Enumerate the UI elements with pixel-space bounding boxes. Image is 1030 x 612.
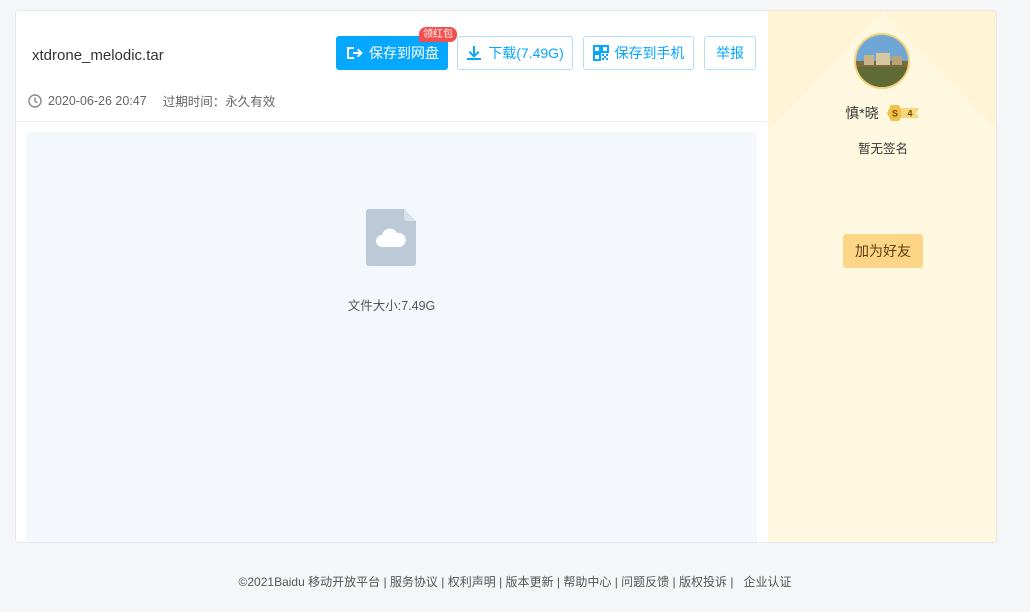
user-name[interactable]: 慎*晓 <box>845 103 878 123</box>
file-cloud-icon <box>366 209 416 271</box>
save-icon <box>345 45 363 61</box>
download-label: 下载(7.49G) <box>488 45 564 61</box>
footer-link-updates[interactable]: 版本更新 <box>506 575 554 589</box>
footer-link-rights[interactable]: 权利声明 <box>448 575 496 589</box>
divider <box>16 121 768 122</box>
report-button[interactable]: 举报 <box>704 36 756 70</box>
level-number: 4 <box>907 109 912 119</box>
sidebar-decoration <box>768 11 996 542</box>
expire-time: 过期时间：永久有效 <box>162 95 276 109</box>
qrcode-icon <box>592 45 609 61</box>
file-meta: 2020-06-26 20:47 过期时间：永久有效 <box>28 91 275 110</box>
share-card: xtdrone_melodic.tar 保存到网盘 领红包 下载(7.49G) <box>15 10 997 543</box>
footer-separator: | <box>669 575 679 589</box>
add-friend-button[interactable]: 加为好友 <box>843 234 923 268</box>
footer-link-enterprise[interactable]: 企业认证 <box>743 575 791 589</box>
share-date: 2020-06-26 20:47 <box>48 93 147 108</box>
footer-link-copyright[interactable]: ©2021Baidu 移动开放平台 <box>239 575 381 589</box>
footer-separator: | <box>437 575 448 589</box>
footer-separator: | <box>611 575 622 589</box>
footer-link-feedback[interactable]: 问题反馈 <box>621 575 669 589</box>
save-to-phone-label: 保存到手机 <box>614 45 685 61</box>
file-name: xtdrone_melodic.tar <box>32 47 164 64</box>
save-to-phone-button[interactable]: 保存到手机 <box>583 36 694 70</box>
level-prefix: S <box>892 109 898 119</box>
user-row: 慎*晓 S 4 <box>768 103 996 123</box>
user-sidebar: 慎*晓 S 4 暂无签名 加为好友 <box>768 11 996 542</box>
file-preview-area: 文件大小:7.49G <box>26 132 757 542</box>
save-to-netdisk-label: 保存到网盘 <box>369 45 439 61</box>
file-size: 文件大小:7.49G <box>347 299 436 313</box>
footer-link-help[interactable]: 帮助中心 <box>563 575 611 589</box>
footer: ©2021Baidu 移动开放平台 | 服务协议 | 权利声明 | 版本更新 |… <box>0 573 1030 590</box>
clock-icon <box>28 93 42 108</box>
red-packet-badge[interactable]: 领红包 <box>419 27 457 42</box>
download-icon <box>466 45 482 61</box>
footer-separator: | <box>726 575 744 589</box>
footer-link-copyright-complaint[interactable]: 版权投诉 <box>679 575 727 589</box>
user-signature: 暂无签名 <box>857 142 908 156</box>
footer-separator: | <box>380 575 390 589</box>
footer-link-service[interactable]: 服务协议 <box>390 575 438 589</box>
footer-separator: | <box>495 575 506 589</box>
avatar[interactable] <box>854 33 910 89</box>
level-badge-icon: S 4 <box>886 105 921 121</box>
report-label: 举报 <box>716 45 744 61</box>
footer-separator: | <box>553 575 564 589</box>
file-panel: xtdrone_melodic.tar 保存到网盘 领红包 下载(7.49G) <box>16 11 768 542</box>
download-button[interactable]: 下载(7.49G) <box>457 36 573 70</box>
